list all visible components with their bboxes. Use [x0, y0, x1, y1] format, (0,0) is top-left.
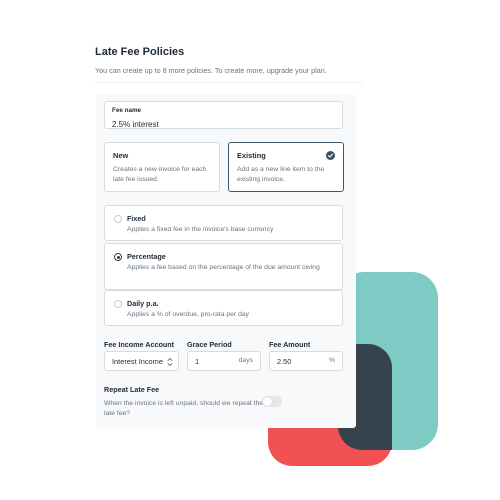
- invoice-option-description: Add as a new line item to the existing i…: [237, 166, 325, 183]
- page-title: Late Fee Policies: [95, 46, 185, 58]
- check-circle-icon: [326, 151, 335, 160]
- invoice-option-existing[interactable]: Existing Add as a new line item to the e…: [228, 142, 344, 192]
- invoice-option-title: New: [113, 151, 129, 160]
- toggle-knob: [263, 397, 272, 406]
- fee-amount-input[interactable]: 2.50 %: [269, 351, 343, 371]
- fee-type-description: Applies a % of overdue, pro-rata per day: [127, 311, 250, 318]
- invoice-option-description: Creates a new invoice for each late fee …: [113, 166, 207, 183]
- radio-button[interactable]: [114, 215, 122, 223]
- fee-type-title: Percentage: [127, 252, 166, 261]
- invoice-option-title: Existing: [237, 151, 266, 160]
- grace-period-unit: days: [238, 357, 253, 364]
- fee-type-daily[interactable]: Daily p.a. Applies a % of overdue, pro-r…: [104, 290, 343, 326]
- grace-period-value: 1: [195, 357, 200, 366]
- fee-name-input[interactable]: [112, 120, 335, 129]
- income-account-select[interactable]: Interest Income: [104, 351, 179, 371]
- radio-button[interactable]: [114, 300, 122, 308]
- fee-name-field[interactable]: Fee name: [104, 101, 343, 129]
- radio-button-selected[interactable]: [114, 253, 122, 261]
- fee-amount-value: 2.50: [277, 357, 292, 366]
- fee-type-percentage[interactable]: Percentage Applies a fee based on the pe…: [104, 243, 343, 290]
- fee-type-description: Applies a fixed fee in the invoice's bas…: [127, 226, 274, 233]
- income-account-value: Interest Income: [112, 357, 163, 366]
- fee-type-title: Daily p.a.: [127, 299, 159, 308]
- grace-period-input[interactable]: 1 days: [187, 351, 261, 371]
- fee-type-fixed[interactable]: Fixed Applies a fixed fee in the invoice…: [104, 205, 343, 241]
- grace-period-label: Grace Period: [187, 340, 232, 349]
- fee-type-description: Applies a fee based on the percentage of…: [127, 264, 320, 271]
- page-subtitle: You can create up to 8 more policies. To…: [95, 66, 327, 75]
- repeat-late-fee-title: Repeat Late Fee: [104, 385, 160, 394]
- header-divider: [95, 82, 363, 83]
- repeat-late-fee-description: When the invoice is left unpaid, should …: [104, 400, 264, 417]
- fee-amount-unit: %: [328, 357, 335, 364]
- invoice-option-new[interactable]: New Creates a new invoice for each late …: [104, 142, 220, 192]
- repeat-late-fee-toggle[interactable]: [262, 396, 282, 407]
- fee-amount-label: Fee Amount: [269, 340, 311, 349]
- fee-name-label: Fee name: [112, 107, 142, 114]
- fee-type-title: Fixed: [127, 214, 146, 223]
- chevron-up-down-icon: [167, 357, 173, 367]
- page-header: Late Fee Policies You can create up to 8…: [95, 46, 365, 75]
- income-account-label: Fee Income Account: [104, 340, 175, 349]
